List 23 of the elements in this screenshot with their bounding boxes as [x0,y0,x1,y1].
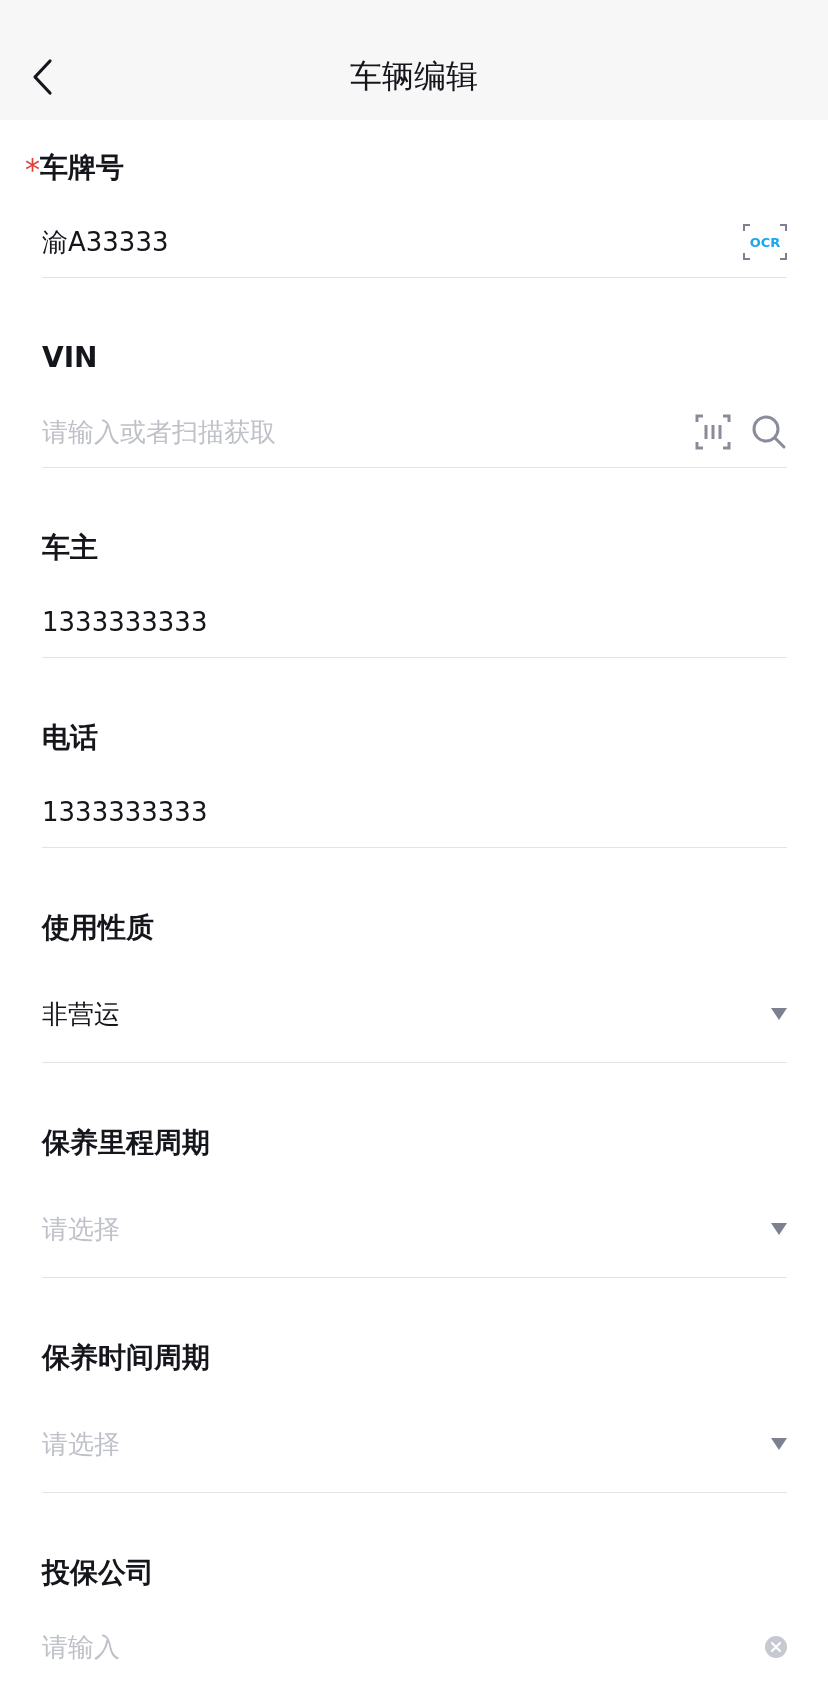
field-label: 使用性质 [42,910,154,946]
field-label: 车牌号 [40,150,124,186]
field-label: 保养里程周期 [42,1125,210,1161]
page-title: 车辆编辑 [350,56,478,97]
field-label: 车主 [42,530,98,566]
dropdown-triangle-icon[interactable] [771,1438,787,1450]
select-field[interactable]: 非营运 [42,994,751,1034]
field-label: VIN [42,340,98,376]
input-field[interactable]: 1333333333 [42,792,787,832]
select-field[interactable]: 请选择 [42,1424,751,1464]
field-label: 电话 [42,720,98,756]
field-label: 保养时间周期 [42,1340,210,1376]
field-label: 投保公司 [42,1555,154,1591]
barcode-scan-icon[interactable] [695,414,731,450]
input-field[interactable]: 1333333333 [42,602,787,642]
dropdown-triangle-icon[interactable] [771,1223,787,1235]
input-field[interactable]: 渝A33333 [42,222,723,262]
search-icon[interactable] [751,414,787,450]
input-field[interactable]: 请输入或者扫描获取 [42,412,675,452]
select-field[interactable]: 请选择 [42,1209,751,1249]
dropdown-triangle-icon[interactable] [771,1008,787,1020]
required-asterisk: * [25,152,40,188]
input-field[interactable]: 请输入 [42,1627,745,1667]
